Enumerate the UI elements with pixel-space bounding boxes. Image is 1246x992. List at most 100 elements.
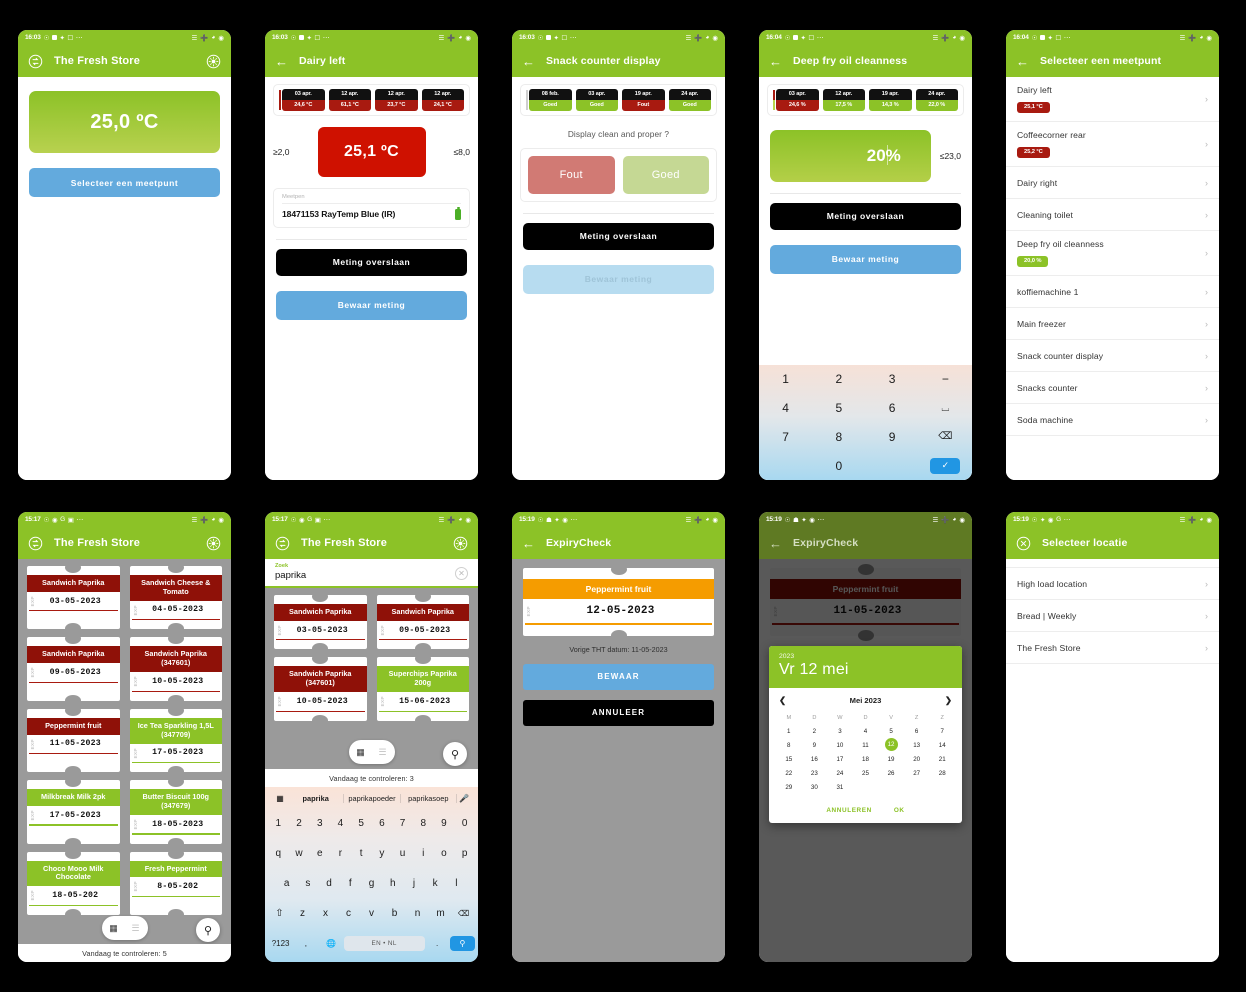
select-measurepoint-button[interactable]: Selecteer een meetpunt (29, 168, 220, 197)
key-6[interactable]: 6 (889, 401, 896, 415)
key-3[interactable]: 3 (889, 372, 896, 386)
key-3[interactable]: 3 (309, 818, 330, 829)
calendar-day[interactable]: 25 (853, 767, 879, 781)
choice-goed-button[interactable]: Goed (622, 155, 709, 194)
calendar-day[interactable]: 19 (878, 752, 904, 766)
probe-field[interactable]: Meetpen 18471153 RayTemp Blue (IR) (273, 187, 470, 228)
shift-icon[interactable]: ⇧ (268, 908, 291, 919)
calendar-day[interactable]: 17 (827, 752, 853, 766)
refresh-icon[interactable] (28, 54, 43, 69)
key-6[interactable]: 6 (372, 818, 393, 829)
refresh-icon[interactable] (28, 536, 43, 551)
key-9[interactable]: 9 (889, 430, 896, 444)
calendar-day[interactable]: 11 (853, 738, 879, 752)
backspace-icon[interactable]: ⌫ (452, 909, 475, 918)
ticket-card[interactable]: Sandwich Paprika EXP 09-05-2023 (27, 637, 120, 701)
save-measurement-button[interactable]: Bewaar meting (276, 290, 467, 320)
save-measurement-button[interactable]: Bewaar meting (523, 264, 714, 294)
calendar-day[interactable]: 20 (904, 752, 930, 766)
key-q[interactable]: q (268, 848, 289, 859)
calendar-day[interactable]: 13 (904, 738, 930, 752)
globe-icon[interactable]: 🌐 (318, 939, 343, 948)
key-g[interactable]: g (361, 878, 382, 889)
ticket-card[interactable]: Ice Tea Sparkling 1,5L (347709) EXP 17-05… (129, 708, 222, 773)
calendar-day[interactable]: 15 (776, 752, 802, 766)
back-arrow-icon[interactable]: ← (522, 537, 535, 550)
list-view-icon[interactable]: ☰ (126, 918, 146, 938)
choice-fout-button[interactable]: Fout (528, 155, 615, 194)
sidebar-item-soda-machine[interactable]: Soda machine › (1006, 404, 1219, 436)
refresh-icon[interactable] (275, 536, 290, 551)
calendar-day[interactable]: 27 (904, 767, 930, 781)
ticket-card[interactable]: Sandwich Paprika EXP 03-05-2023 (274, 595, 367, 650)
dialog-year[interactable]: 2023 (779, 653, 952, 660)
key-4[interactable]: 4 (330, 818, 351, 829)
key-7[interactable]: 7 (392, 818, 413, 829)
sidebar-item-high-load-location[interactable]: High load location › (1006, 568, 1219, 600)
key-a[interactable]: a (276, 878, 297, 889)
sidebar-item-snacks-counter[interactable]: Snacks counter › (1006, 372, 1219, 404)
calendar-day[interactable]: 5 (878, 724, 904, 738)
sidebar-item-koffiemachine-1[interactable]: koffiemachine 1 › (1006, 276, 1219, 308)
calendar-day[interactable]: 16 (802, 752, 828, 766)
sidebar-item-main-freezer[interactable]: Main freezer › (1006, 308, 1219, 340)
calendar-day-selected[interactable]: 12 (884, 738, 898, 752)
skip-measurement-button[interactable]: Meting overslaan (523, 222, 714, 250)
ticket-card[interactable]: Peppermint fruit EXP 12-05-2023 (523, 568, 714, 636)
key-f[interactable]: f (340, 878, 361, 889)
backspace-icon[interactable]: ⌫ (938, 431, 952, 442)
calendar-day[interactable]: 1 (776, 724, 802, 738)
key-e[interactable]: e (309, 848, 330, 859)
space-key[interactable]: EN • NL (343, 935, 425, 951)
ticket-card[interactable]: Peppermint fruit EXP 11-05-2023 (27, 708, 120, 773)
ticket-card[interactable]: Fresh Peppermint EXP 8-05-202 (129, 851, 222, 915)
key-z[interactable]: z (291, 908, 314, 919)
key-1[interactable]: 1 (782, 372, 789, 386)
sidebar-item-cleaning-toilet[interactable]: Cleaning toilet › (1006, 199, 1219, 231)
ticket-card[interactable]: Sandwich Cheese & Tomato EXP 04-05-2023 (129, 566, 222, 630)
ticket-card[interactable]: Choco Mooo Milk Chocolate EXP 18-05-202 (27, 851, 120, 915)
calendar-day[interactable]: 24 (827, 767, 853, 781)
sidebar-item-coffeecorner-rear[interactable]: Coffeecorner rear 25,2 °C › (1006, 122, 1219, 167)
on-screen-keyboard[interactable]: ▦ paprika paprikapoeder paprikasoep 🎤 1 … (265, 787, 478, 962)
save-measurement-button[interactable]: Bewaar meting (770, 244, 961, 274)
key-m[interactable]: m (429, 908, 452, 919)
measured-value[interactable]: 20% (770, 129, 931, 182)
key-7[interactable]: 7 (782, 430, 789, 444)
key-l[interactable]: l (446, 878, 467, 889)
calendar-day[interactable]: 2 (802, 724, 828, 738)
key-s[interactable]: s (297, 878, 318, 889)
ticket-card[interactable]: Superchips Paprika 200g EXP 15-06-2023 (376, 657, 469, 721)
key-d[interactable]: d (318, 878, 339, 889)
key-8[interactable]: 8 (413, 818, 434, 829)
calendar-day[interactable]: 8 (776, 738, 802, 752)
grid-view-icon[interactable]: ▦ (351, 742, 371, 762)
close-icon[interactable] (1016, 536, 1031, 551)
clear-icon[interactable]: ✕ (455, 567, 468, 580)
skip-measurement-button[interactable]: Meting overslaan (770, 202, 961, 230)
ticket-card[interactable]: Sandwich Paprika EXP 03-05-2023 (27, 566, 120, 630)
suggestion-2[interactable]: paprikapoeder (344, 793, 401, 803)
calendar-day[interactable]: 18 (853, 752, 879, 766)
key-n[interactable]: n (406, 908, 429, 919)
key-0[interactable]: 0 (836, 459, 843, 473)
chevron-left-icon[interactable]: ❮ (779, 695, 786, 706)
cancel-button[interactable]: ANNULEER (523, 699, 714, 726)
calendar-day[interactable]: 6 (904, 724, 930, 738)
key-p[interactable]: p (454, 848, 475, 859)
save-button[interactable]: BEWAAR (523, 663, 714, 690)
ticket-card[interactable]: Milkbreak Milk 2pk EXP 17-05-2023 (27, 780, 120, 844)
symbols-key[interactable]: ?123 (268, 939, 293, 948)
key-j[interactable]: j (403, 878, 424, 889)
key-5[interactable]: 5 (351, 818, 372, 829)
ticket-date[interactable]: 12-05-2023 (531, 605, 710, 617)
key-w[interactable]: w (289, 848, 310, 859)
calendar-day[interactable]: 21 (929, 752, 955, 766)
calendar-day[interactable]: 22 (776, 767, 802, 781)
calendar-day[interactable]: 10 (827, 738, 853, 752)
key-i[interactable]: i (413, 848, 434, 859)
key-minus[interactable]: − (942, 372, 949, 386)
numeric-keypad[interactable]: 1 2 3 − 4 5 6 ⌴ 7 8 9 ⌫ 0 ✓ (759, 365, 972, 480)
ticket-card[interactable]: Sandwich Paprika EXP 09-05-2023 (376, 595, 469, 650)
gear-icon[interactable] (206, 54, 221, 69)
